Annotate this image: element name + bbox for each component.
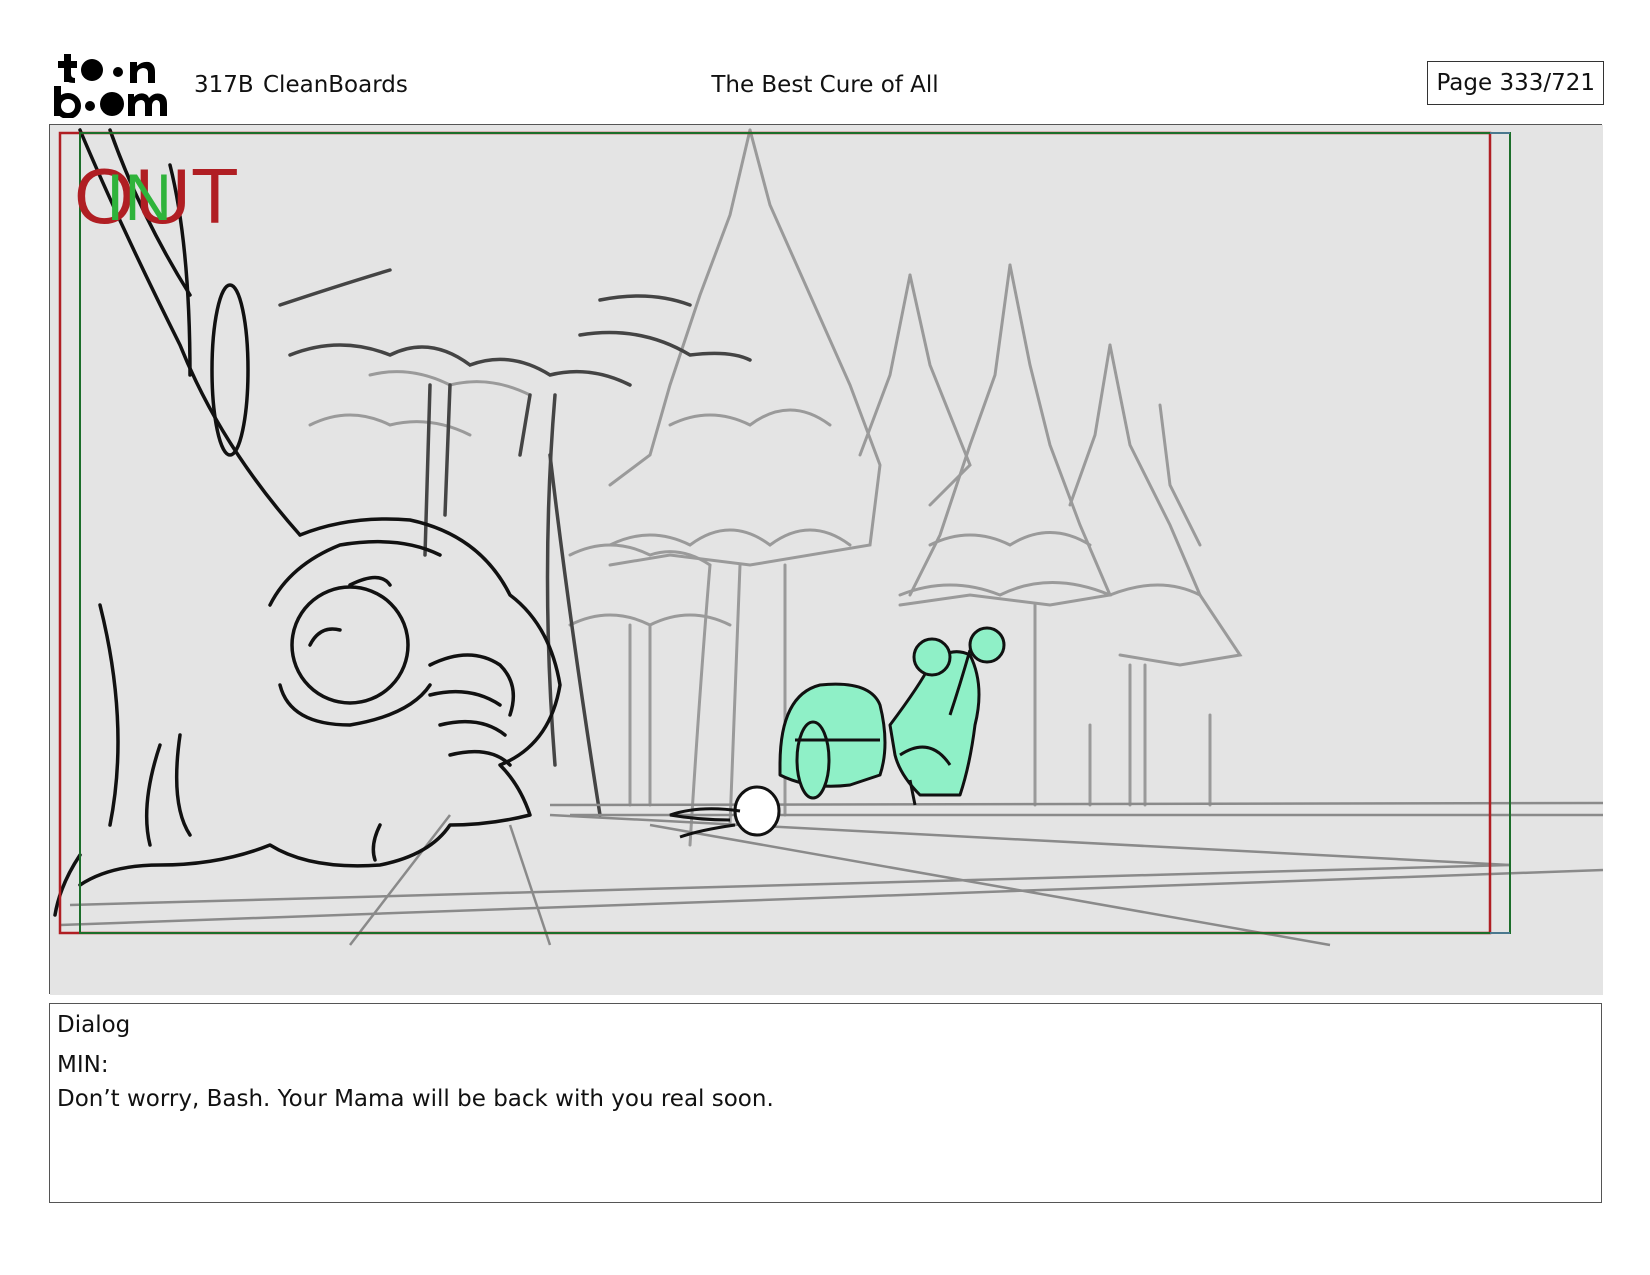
dialog-label: Dialog [57, 1012, 131, 1038]
episode-title: The Best Cure of All [711, 72, 939, 98]
in-label: IN [106, 160, 172, 234]
storyboard-panel: OUT IN [49, 124, 1603, 995]
panel-drawing: OUT IN [50, 125, 1603, 995]
dialog-line: Don’t worry, Bash. Your Mama will be bac… [57, 1086, 774, 1112]
panel-background [50, 125, 1603, 995]
dialog-speaker: MIN: [57, 1052, 109, 1078]
dialog-box: Dialog MIN: Don’t worry, Bash. Your Mama… [49, 1003, 1602, 1203]
page-counter: Page 333/721 [1427, 61, 1604, 105]
